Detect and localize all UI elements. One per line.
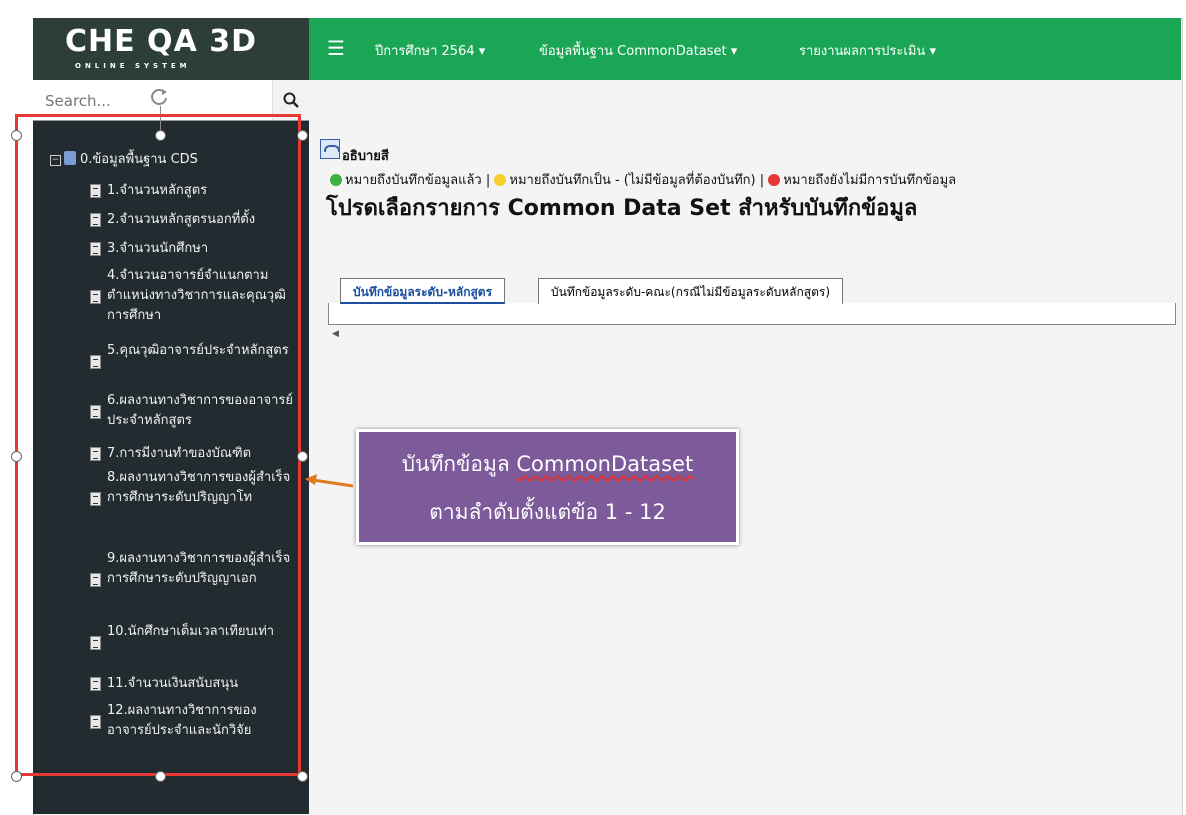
handle-tm[interactable] [155,130,166,141]
document-icon [90,290,101,304]
document-icon [90,405,101,419]
nav-cds-label: ข้อมูลพื้นฐาน CommonDataset [539,44,727,59]
tree-item-label: 10.นักศึกษาเต็มเวลาเทียบเท่า [107,624,275,639]
document-icon [90,184,101,198]
callout-highlight: CommonDataset [516,452,694,476]
tab-faculty-level[interactable]: บันทึกข้อมูลระดับ-คณะ(กรณีไม่มีข้อมูลระด… [538,278,844,304]
page-title: โปรดเลือกรายการ Common Data Set สำหรับบั… [326,196,918,221]
scroll-left-icon[interactable]: ◀ [332,329,339,339]
tree-item-label: 11.จำนวนเงินสนับสนุน [107,676,239,691]
tree-item-label: 4.จำนวนอาจารย์จำแนกตามตำแหน่งทางวิชาการแ… [107,268,286,323]
logo: CHE QA 3D ONLINE SYSTEM [65,24,258,70]
caret-down-icon: ▾ [478,44,486,59]
tree-item-label: 12.ผลงานทางวิชาการของอาจารย์ประจำและนักว… [107,703,257,738]
legend-separator: | [485,173,491,188]
legend-title: อธิบายสี [342,149,389,164]
collapse-icon[interactable]: − [50,155,61,166]
handle-mr[interactable] [297,451,308,462]
nav-report-menu[interactable]: รายงานผลการประเมิน ▾ [799,40,936,61]
document-icon [90,242,101,256]
document-icon [90,573,101,587]
callout-prefix: บันทึกข้อมูล [401,452,517,476]
rotate-handle-icon[interactable] [148,86,170,108]
document-icon [90,636,101,650]
handle-ml[interactable] [11,451,22,462]
nav-year-menu[interactable]: ปีการศึกษา 2564 ▾ [375,40,485,61]
logo-subtext: ONLINE SYSTEM [75,62,191,70]
tree-item-label: 1.จำนวนหลักสูตร [107,183,208,198]
document-icon [90,677,101,691]
tree-item-label: 5.คุณวุฒิอาจารย์ประจำหลักสูตร [107,343,289,358]
nav-report-label: รายงานผลการประเมิน [799,44,926,59]
yellow-dot-icon [494,174,507,186]
color-legend: หมายถึงบันทึกข้อมูลแล้ว | หมายถึงบันทึกเ… [330,169,956,190]
legend-green-text: หมายถึงบันทึกข้อมูลแล้ว [345,173,482,188]
document-icon [90,447,101,461]
red-dot-icon [768,174,781,186]
document-icon [90,355,101,369]
caret-down-icon: ▾ [730,44,738,59]
logo-text: CHE QA 3D [65,24,258,59]
tree-item-label: 2.จำนวนหลักสูตรนอกที่ตั้ง [107,212,256,227]
tab-panel [328,303,1176,325]
legend-yellow-text: หมายถึงบันทึกเป็น - (ไม่มีข้อมูลที่ต้องบ… [509,173,756,188]
nav-year-label: ปีการศึกษา 2564 [375,44,475,59]
tab-strip: บันทึกข้อมูลระดับ-หลักสูตร บันทึกข้อมูลร… [328,278,1180,326]
tree-root-label: 0.ข้อมูลพื้นฐาน CDS [80,152,198,167]
document-icon [90,492,101,506]
tab-course-level[interactable]: บันทึกข้อมูลระดับ-หลักสูตร [340,278,506,304]
caret-down-icon: ▾ [929,44,936,59]
document-icon [90,213,101,227]
database-icon [64,151,76,165]
callout-box: บันทึกข้อมูล CommonDataset ตามลำดับตั้งแ… [356,429,739,545]
handle-br[interactable] [297,771,308,782]
document-icon [90,715,101,729]
tree-item-label: 9.ผลงานทางวิชาการของผู้สำเร็จการศึกษาระด… [107,551,291,586]
top-navbar: ☰ ปีการศึกษา 2564 ▾ ข้อมูลพื้นฐาน Common… [309,18,1181,80]
tree-root[interactable]: − 0.ข้อมูลพื้นฐาน CDS [50,148,198,169]
handle-bl[interactable] [11,771,22,782]
legend-red-text: หมายถึงยังไม่มีการบันทึกข้อมูล [783,173,957,188]
tree-item-label: 7.การมีงานทำของบัณฑิต [107,446,252,461]
tree-item-label: 6.ผลงานทางวิชาการของอาจารย์ประจำหลักสูตร [107,393,293,428]
callout-line-1: บันทึกข้อมูล CommonDataset [359,448,736,481]
handle-bm[interactable] [155,771,166,782]
handle-tl[interactable] [11,130,22,141]
green-dot-icon [330,174,342,186]
callout-arrow-icon [305,474,354,488]
callout-line-2: ตามลำดับตั้งแต่ข้อ 1 - 12 [429,500,666,524]
tree-item-label: 8.ผลงานทางวิชาการของผู้สำเร็จการศึกษาระด… [107,470,291,505]
legend-separator: | [759,173,765,188]
nav-cds-menu[interactable]: ข้อมูลพื้นฐาน CommonDataset ▾ [539,40,737,61]
tree-item-label: 3.จำนวนนักศึกษา [107,241,209,256]
legend-icon [320,139,340,159]
hamburger-menu-icon[interactable]: ☰ [327,36,345,60]
logo-area[interactable]: CHE QA 3D ONLINE SYSTEM [33,18,309,80]
handle-tr[interactable] [297,130,308,141]
search-icon [283,92,299,108]
